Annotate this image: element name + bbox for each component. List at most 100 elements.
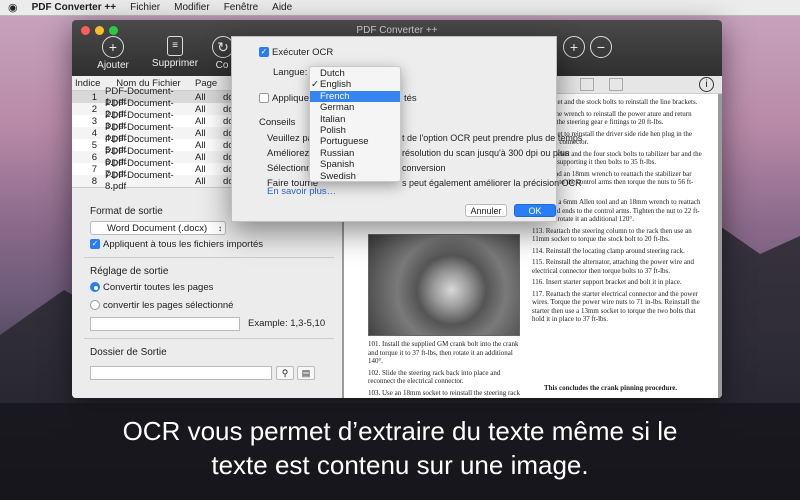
menu-fenetre[interactable]: Fenêtre <box>224 2 258 13</box>
delete-label: Supprimer <box>151 58 199 69</box>
language-option[interactable]: ✓ English <box>310 79 400 90</box>
row-page: All <box>195 175 206 187</box>
row-page: All <box>195 103 206 115</box>
apply-row[interactable]: Appliquer <box>259 93 312 104</box>
ocr-row[interactable]: ✓ Exécuter OCR <box>259 47 333 58</box>
col-page[interactable]: Page <box>192 78 220 89</box>
language-option[interactable]: German <box>310 102 400 113</box>
settings-title: Réglage de sortie <box>90 266 169 277</box>
ocr-checkbox[interactable]: ✓ <box>259 47 269 58</box>
language-label: Langue: <box>273 67 308 78</box>
language-option[interactable]: Dutch <box>310 68 400 79</box>
page-paragraph: 112. Use a 6mm Allen tool and an 18mm wr… <box>532 198 701 223</box>
add-button[interactable]: + Ajouter <box>96 36 130 71</box>
row-page: All <box>195 115 206 127</box>
page-range-input[interactable] <box>90 317 240 331</box>
page-concluding: This concludes the crank pinning procedu… <box>544 384 678 392</box>
convert-all-radio[interactable] <box>90 282 100 293</box>
page-paragraph: 101. Install the supplied GM crank bolt … <box>368 340 519 365</box>
convert-all-row[interactable]: Convertir toutes les pages <box>90 282 213 293</box>
apply-suffix: tés <box>404 93 417 104</box>
language-option-label: Portuguese <box>320 136 369 148</box>
language-option-label: French <box>320 90 350 102</box>
crank-photo <box>368 234 520 336</box>
divider <box>84 257 334 258</box>
row-page: All <box>195 163 206 175</box>
tip-right: résolution du scan jusqu'à 300 dpi ou pl… <box>402 148 570 158</box>
search-folder-icon[interactable]: ⚲ <box>276 366 294 380</box>
row-index: 8 <box>91 175 97 187</box>
checkmark-icon: ✓ <box>311 79 319 91</box>
page-paragraph: 115. Reinstall the alternator, attaching… <box>532 258 694 275</box>
language-option[interactable]: Portuguese <box>310 136 400 147</box>
language-option[interactable]: Italian <box>310 114 400 125</box>
format-select[interactable]: Word Document (.docx) ↕ <box>90 221 226 235</box>
language-option-label: Russian <box>320 147 355 159</box>
zoom-out-button[interactable]: − <box>590 36 612 60</box>
zoom-in-icon: + <box>563 36 585 58</box>
page-paragraph: mm socket and the stock bolts to reinsta… <box>532 98 698 106</box>
apply-all-row[interactable]: ✓ Appliquent à tous les fichiers importés <box>90 239 263 250</box>
menu-fichier[interactable]: Fichier <box>130 2 160 13</box>
format-value: Word Document (.docx) <box>107 223 208 234</box>
zoom-out-icon: − <box>590 36 612 58</box>
convert-selected-radio[interactable] <box>90 300 100 311</box>
page-paragraph: 18mm line wrench to reinstall the power … <box>532 109 692 127</box>
tip-right: s peut également améliorer la précision … <box>402 178 582 188</box>
info-icon[interactable]: i <box>699 77 714 92</box>
convert-label: Co <box>215 60 229 71</box>
menu-modifier[interactable]: Modifier <box>174 2 210 13</box>
apply-checkbox[interactable] <box>259 93 269 104</box>
folder-icon[interactable]: ▤ <box>297 366 315 380</box>
row-page: All <box>195 91 206 103</box>
language-option-label: German <box>320 102 355 114</box>
convert-button[interactable]: ↻ Co <box>212 36 232 71</box>
menu-bar: ◉ PDF Converter ++ Fichier Modifier Fenê… <box>0 0 800 16</box>
delete-button[interactable]: ≡ Supprimer <box>150 36 200 69</box>
trash-icon: ≡ <box>167 36 183 56</box>
row-index: 3 <box>91 115 97 127</box>
tip-right: conversion <box>402 163 446 173</box>
row-index: 7 <box>91 163 97 175</box>
caption-overlay: OCR vous permet d’extraire du texte même… <box>0 403 800 500</box>
page-range-example: Example: 1,3-5,10 <box>248 318 326 329</box>
language-option-label: Spanish <box>320 159 355 171</box>
language-option[interactable]: Polish <box>310 125 400 136</box>
plus-circle-icon: + <box>102 36 124 58</box>
page-paragraph: 113. Reattach the steering column to the… <box>532 226 692 244</box>
row-index: 5 <box>91 139 97 151</box>
cancel-button[interactable]: Annuler <box>465 204 507 217</box>
language-menu: Dutch ✓ English French German Italian Polish Po… <box>309 66 401 182</box>
folder-title: Dossier de Sortie <box>90 347 167 358</box>
row-index: 4 <box>91 127 97 139</box>
page-paragraph: 103. Use an 18mm socket to reinstall the… <box>368 388 521 399</box>
apply-all-checkbox[interactable]: ✓ <box>90 239 100 250</box>
row-index: 1 <box>91 91 97 103</box>
language-option[interactable]: Russian <box>310 148 400 159</box>
page-left-column: 101. Install the supplied GM crank bolt … <box>368 340 538 398</box>
tip-right: t de l'option OCR peut prendre plus de t… <box>402 133 583 143</box>
divider <box>84 338 334 339</box>
col-index[interactable]: Indice <box>72 78 102 89</box>
apple-icon[interactable]: ◉ <box>8 1 18 14</box>
apply-all-label: Appliquent à tous les fichiers importés <box>103 239 263 250</box>
menu-aide[interactable]: Aide <box>272 2 292 13</box>
convert-selected-row[interactable]: convertir les pages sélectionné <box>90 300 233 311</box>
row-page: All <box>195 139 206 151</box>
format-title: Format de sortie <box>90 206 163 217</box>
grid-icon[interactable] <box>609 78 623 91</box>
menu-app-name[interactable]: PDF Converter ++ <box>32 2 116 13</box>
language-option[interactable]: Spanish <box>310 159 400 170</box>
page-paragraph: 114. Reinstall the locating clamp around… <box>532 246 685 255</box>
output-folder-input[interactable] <box>90 366 272 380</box>
caption-line-1: OCR vous permet d’extraire du texte même… <box>122 416 678 446</box>
ok-button[interactable]: OK <box>514 204 556 217</box>
page-paragraph: 102. Slide the steering rack back into p… <box>368 368 501 386</box>
apply-prefix: Appliquer <box>272 93 313 104</box>
fit-page-icon[interactable] <box>580 78 594 91</box>
language-option[interactable]: French <box>310 90 400 103</box>
language-option[interactable]: Swedish <box>310 171 400 182</box>
zoom-in-button[interactable]: + <box>563 36 585 60</box>
learn-more-link[interactable]: En savoir plus… <box>267 186 336 197</box>
row-page: All <box>195 127 206 139</box>
